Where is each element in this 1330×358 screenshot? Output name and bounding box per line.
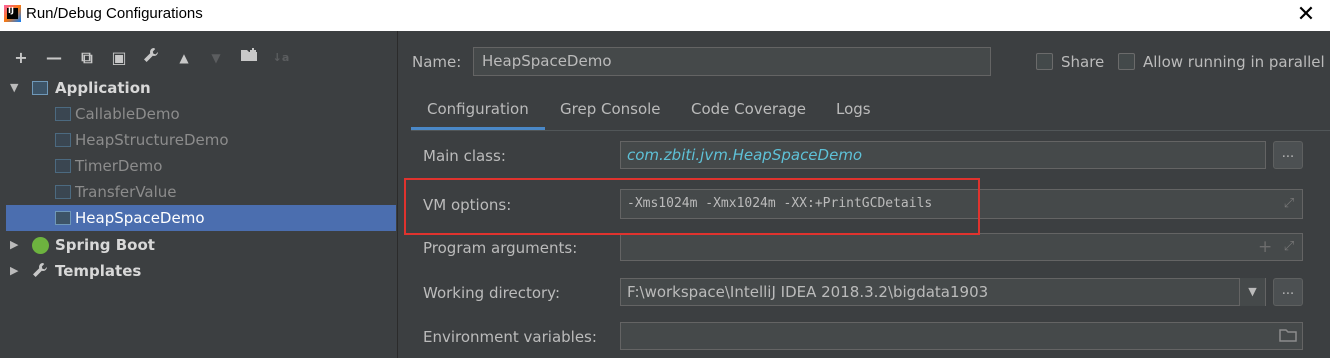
expand-arrow-icon[interactable]: ▶ [10, 258, 22, 284]
new-folder-icon[interactable] [238, 47, 260, 69]
working-directory-field[interactable]: F:\workspace\IntelliJ IDEA 2018.3.2\bigd… [620, 278, 1266, 306]
tree-item-label: CallableDemo [75, 105, 180, 123]
tree-item-label: TransferValue [75, 183, 177, 201]
move-up-icon[interactable]: ▲ [173, 47, 195, 69]
configurations-toolbar: + — ⧉ ▣ ▲ ▼ ↓a [0, 43, 398, 73]
tree-group-label: Spring Boot [55, 236, 155, 254]
tree-item-label: HeapSpaceDemo [75, 209, 205, 227]
intellij-app-icon: IJ [4, 5, 21, 22]
working-directory-label: Working directory: [423, 284, 561, 302]
remove-icon[interactable]: — [43, 47, 65, 69]
copy-icon[interactable]: ⧉ [76, 47, 98, 69]
environment-variables-field[interactable] [620, 322, 1303, 350]
close-button[interactable]: ✕ [1294, 3, 1318, 27]
application-config-icon [55, 185, 71, 199]
wrench-icon[interactable] [140, 47, 162, 69]
tab-code-coverage[interactable]: Code Coverage [675, 91, 822, 130]
tab-grep-console[interactable]: Grep Console [544, 91, 677, 130]
add-macro-icon[interactable]: + [1258, 238, 1272, 256]
main-class-field[interactable]: com.zbiti.jvm.HeapSpaceDemo [620, 141, 1266, 169]
tree-group-templates[interactable]: ▶ Templates [6, 258, 396, 284]
program-arguments-label: Program arguments: [423, 239, 578, 257]
name-label: Name: [412, 53, 462, 71]
application-icon [32, 81, 48, 95]
expand-arrow-icon[interactable]: ▼ [10, 75, 22, 101]
vm-options-highlight-box [404, 178, 980, 235]
tree-item-heapstructuredemo[interactable]: HeapStructureDemo [6, 127, 396, 153]
application-config-icon [55, 159, 71, 173]
chevron-down-icon[interactable]: ▼ [1239, 278, 1265, 306]
main-class-label: Main class: [423, 147, 506, 165]
name-field[interactable]: HeapSpaceDemo [473, 47, 991, 76]
application-config-icon [55, 211, 71, 225]
configuration-form: Main class: com.zbiti.jvm.HeapSpaceDemo … [411, 131, 1330, 358]
expand-arrow-icon[interactable]: ▶ [10, 232, 22, 258]
program-arguments-field[interactable] [620, 233, 1303, 261]
browse-working-directory-button[interactable]: ... [1273, 278, 1303, 306]
allow-parallel-checkbox[interactable] [1118, 53, 1135, 70]
environment-variables-label: Environment variables: [423, 328, 597, 346]
spring-boot-icon [32, 237, 49, 254]
tree-item-label: TimerDemo [75, 157, 163, 175]
tree-item-timerdemo[interactable]: TimerDemo [6, 153, 396, 179]
expand-icon[interactable]: ⤢ [1280, 238, 1298, 256]
tab-configuration[interactable]: Configuration [411, 91, 545, 130]
tree-item-transfervalue[interactable]: TransferValue [6, 179, 396, 205]
application-config-icon [55, 107, 71, 121]
tab-logs[interactable]: Logs [820, 91, 887, 130]
tree-item-label: HeapStructureDemo [75, 131, 229, 149]
application-config-icon [55, 133, 71, 147]
tree-group-spring-boot[interactable]: ▶ Spring Boot [6, 232, 396, 258]
configurations-panel: + — ⧉ ▣ ▲ ▼ ↓a ▼ Application CallableDem… [0, 31, 398, 358]
allow-parallel-label[interactable]: Allow running in parallel [1143, 53, 1325, 71]
expand-icon[interactable]: ⤢ [1280, 195, 1298, 213]
tree-item-callabledemo[interactable]: CallableDemo [6, 101, 396, 127]
tree-group-application[interactable]: ▼ Application [6, 75, 396, 101]
add-icon[interactable]: + [10, 47, 32, 69]
move-down-icon[interactable]: ▼ [205, 47, 227, 69]
templates-wrench-icon [32, 262, 50, 280]
save-icon[interactable]: ▣ [108, 47, 130, 69]
browse-main-class-button[interactable]: ... [1273, 141, 1303, 169]
window-title: Run/Debug Configurations [26, 5, 203, 22]
title-bar: IJ Run/Debug Configurations ✕ [0, 0, 1330, 31]
sort-icon[interactable]: ↓a [270, 47, 292, 69]
share-checkbox[interactable] [1036, 53, 1053, 70]
tree-group-label: Application [55, 79, 151, 97]
config-tabs: Configuration Grep Console Code Coverage… [411, 91, 1330, 131]
folder-icon[interactable] [1279, 328, 1297, 344]
tree-item-heapspacedemo[interactable]: HeapSpaceDemo [6, 205, 396, 231]
share-label[interactable]: Share [1061, 53, 1104, 71]
tree-group-label: Templates [55, 262, 142, 280]
